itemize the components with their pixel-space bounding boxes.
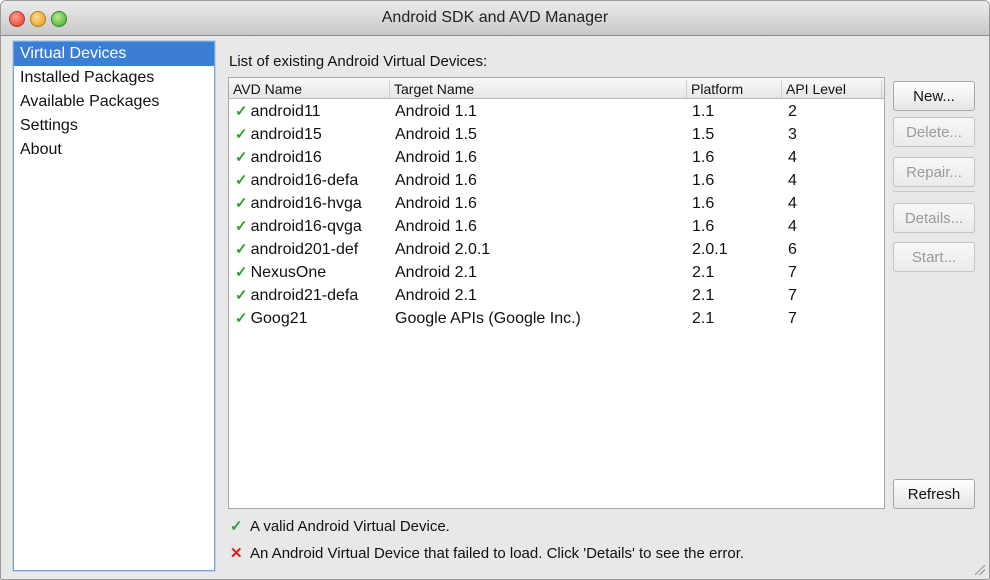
sdk-manager-window: Android SDK and AVD Manager Virtual Devi… bbox=[0, 0, 990, 580]
checkmark-icon: ✓ bbox=[235, 218, 248, 235]
legend-valid-text: A valid Android Virtual Device. bbox=[250, 518, 450, 535]
resize-grip-icon[interactable] bbox=[975, 565, 985, 575]
avd-name: android201-def bbox=[250, 241, 359, 258]
api-level: 2 bbox=[788, 103, 797, 120]
api-level: 4 bbox=[788, 218, 797, 235]
checkmark-icon: ✓ bbox=[235, 241, 248, 258]
platform: 1.6 bbox=[692, 218, 715, 235]
window-title: Android SDK and AVD Manager bbox=[381, 9, 609, 26]
column-header-api-level[interactable]: API Level bbox=[782, 80, 882, 98]
checkmark-icon: ✓ bbox=[235, 287, 248, 304]
table-row[interactable]: ✓ android16 Android 1.6 1.6 4 bbox=[229, 146, 884, 169]
table-row[interactable]: ✓ android201-def Android 2.0.1 2.0.1 6 bbox=[229, 238, 884, 261]
platform: 1.6 bbox=[692, 172, 715, 189]
sidebar-item-available-packages[interactable]: Available Packages bbox=[14, 90, 214, 114]
table-row[interactable]: ✓ android16-hvga Android 1.6 1.6 4 bbox=[229, 192, 884, 215]
sidebar-item-about[interactable]: About bbox=[14, 138, 214, 162]
api-level: 7 bbox=[788, 287, 797, 304]
avd-name: android15 bbox=[250, 126, 322, 143]
repair-button[interactable]: Repair... bbox=[893, 157, 975, 187]
avd-name: android16-defa bbox=[250, 172, 359, 189]
delete-button[interactable]: Delete... bbox=[893, 117, 975, 147]
title-bar: Android SDK and AVD Manager bbox=[1, 1, 989, 36]
target-name: Android 1.6 bbox=[395, 218, 477, 235]
target-name: Google APIs (Google Inc.) bbox=[395, 310, 581, 327]
avd-table: AVD Name Target Name Platform API Level … bbox=[228, 77, 885, 509]
target-name: Android 1.5 bbox=[395, 126, 477, 143]
api-level: 4 bbox=[788, 149, 797, 166]
avd-name: android11 bbox=[250, 103, 321, 120]
platform: 2.1 bbox=[692, 287, 715, 304]
target-name: Android 1.6 bbox=[395, 172, 477, 189]
platform: 1.6 bbox=[692, 195, 715, 212]
table-row[interactable]: ✓ Goog21 Google APIs (Google Inc.) 2.1 7 bbox=[229, 307, 884, 330]
refresh-button[interactable]: Refresh bbox=[893, 479, 975, 509]
virtual-devices-panel: List of existing Android Virtual Devices… bbox=[226, 41, 986, 571]
target-name: Android 1.6 bbox=[395, 195, 477, 212]
api-level: 4 bbox=[788, 172, 797, 189]
sidebar-item-virtual-devices[interactable]: Virtual Devices bbox=[14, 42, 214, 66]
table-row[interactable]: ✓ android11 Android 1.1 1.1 2 bbox=[229, 100, 884, 123]
sidebar: Virtual Devices Installed Packages Avail… bbox=[13, 41, 215, 571]
table-header: AVD Name Target Name Platform API Level bbox=[229, 78, 884, 99]
avd-name: Goog21 bbox=[250, 310, 308, 327]
target-name: Android 2.0.1 bbox=[395, 241, 491, 258]
api-level: 7 bbox=[788, 264, 797, 281]
api-level: 7 bbox=[788, 310, 797, 327]
legend-invalid: ✕ An Android Virtual Device that failed t… bbox=[230, 544, 744, 562]
api-level: 4 bbox=[788, 195, 797, 212]
platform: 2.1 bbox=[692, 310, 715, 327]
platform: 1.6 bbox=[692, 149, 715, 166]
avd-name: NexusOne bbox=[250, 264, 327, 281]
list-caption: List of existing Android Virtual Devices… bbox=[229, 53, 488, 70]
checkmark-icon: ✓ bbox=[235, 264, 248, 281]
target-name: Android 1.1 bbox=[395, 103, 477, 120]
target-name: Android 2.1 bbox=[395, 287, 477, 304]
column-header-platform[interactable]: Platform bbox=[687, 80, 782, 98]
start-button[interactable]: Start... bbox=[893, 242, 975, 272]
table-row[interactable]: ✓ android16-qvga Android 1.6 1.6 4 bbox=[229, 215, 884, 238]
checkmark-icon: ✓ bbox=[235, 310, 248, 327]
checkmark-icon: ✓ bbox=[235, 195, 248, 212]
table-row[interactable]: ✓ android21-defa Android 2.1 2.1 7 bbox=[229, 284, 884, 307]
platform: 1.1 bbox=[692, 103, 715, 120]
table-row[interactable]: ✓ android15 Android 1.5 1.5 3 bbox=[229, 123, 884, 146]
legend-valid: ✓ A valid Android Virtual Device. bbox=[230, 517, 450, 535]
target-name: Android 1.6 bbox=[395, 149, 477, 166]
column-header-target-name[interactable]: Target Name bbox=[390, 80, 687, 98]
checkmark-icon: ✓ bbox=[235, 172, 248, 189]
legend-invalid-text: An Android Virtual Device that failed to… bbox=[250, 545, 745, 562]
button-separator bbox=[893, 191, 975, 192]
details-button[interactable]: Details... bbox=[893, 203, 975, 233]
avd-name: android21-defa bbox=[250, 287, 359, 304]
target-name: Android 2.1 bbox=[395, 264, 477, 281]
table-row[interactable]: ✓ NexusOne Android 2.1 2.1 7 bbox=[229, 261, 884, 284]
platform: 2.1 bbox=[692, 264, 715, 281]
sidebar-item-settings[interactable]: Settings bbox=[14, 114, 214, 138]
api-level: 3 bbox=[788, 126, 797, 143]
checkmark-icon: ✓ bbox=[230, 518, 243, 535]
new-button[interactable]: New... bbox=[893, 81, 975, 111]
avd-name: android16 bbox=[250, 149, 322, 166]
checkmark-icon: ✓ bbox=[235, 103, 248, 120]
sidebar-item-installed-packages[interactable]: Installed Packages bbox=[14, 66, 214, 90]
table-row[interactable]: ✓ android16-defa Android 1.6 1.6 4 bbox=[229, 169, 884, 192]
error-x-icon: ✕ bbox=[230, 545, 243, 562]
avd-name: android16-qvga bbox=[250, 218, 362, 235]
checkmark-icon: ✓ bbox=[235, 149, 248, 166]
platform: 2.0.1 bbox=[692, 241, 728, 258]
api-level: 6 bbox=[788, 241, 797, 258]
avd-name: android16-hvga bbox=[250, 195, 362, 212]
checkmark-icon: ✓ bbox=[235, 126, 248, 143]
platform: 1.5 bbox=[692, 126, 715, 143]
column-header-avd-name[interactable]: AVD Name bbox=[229, 80, 390, 98]
